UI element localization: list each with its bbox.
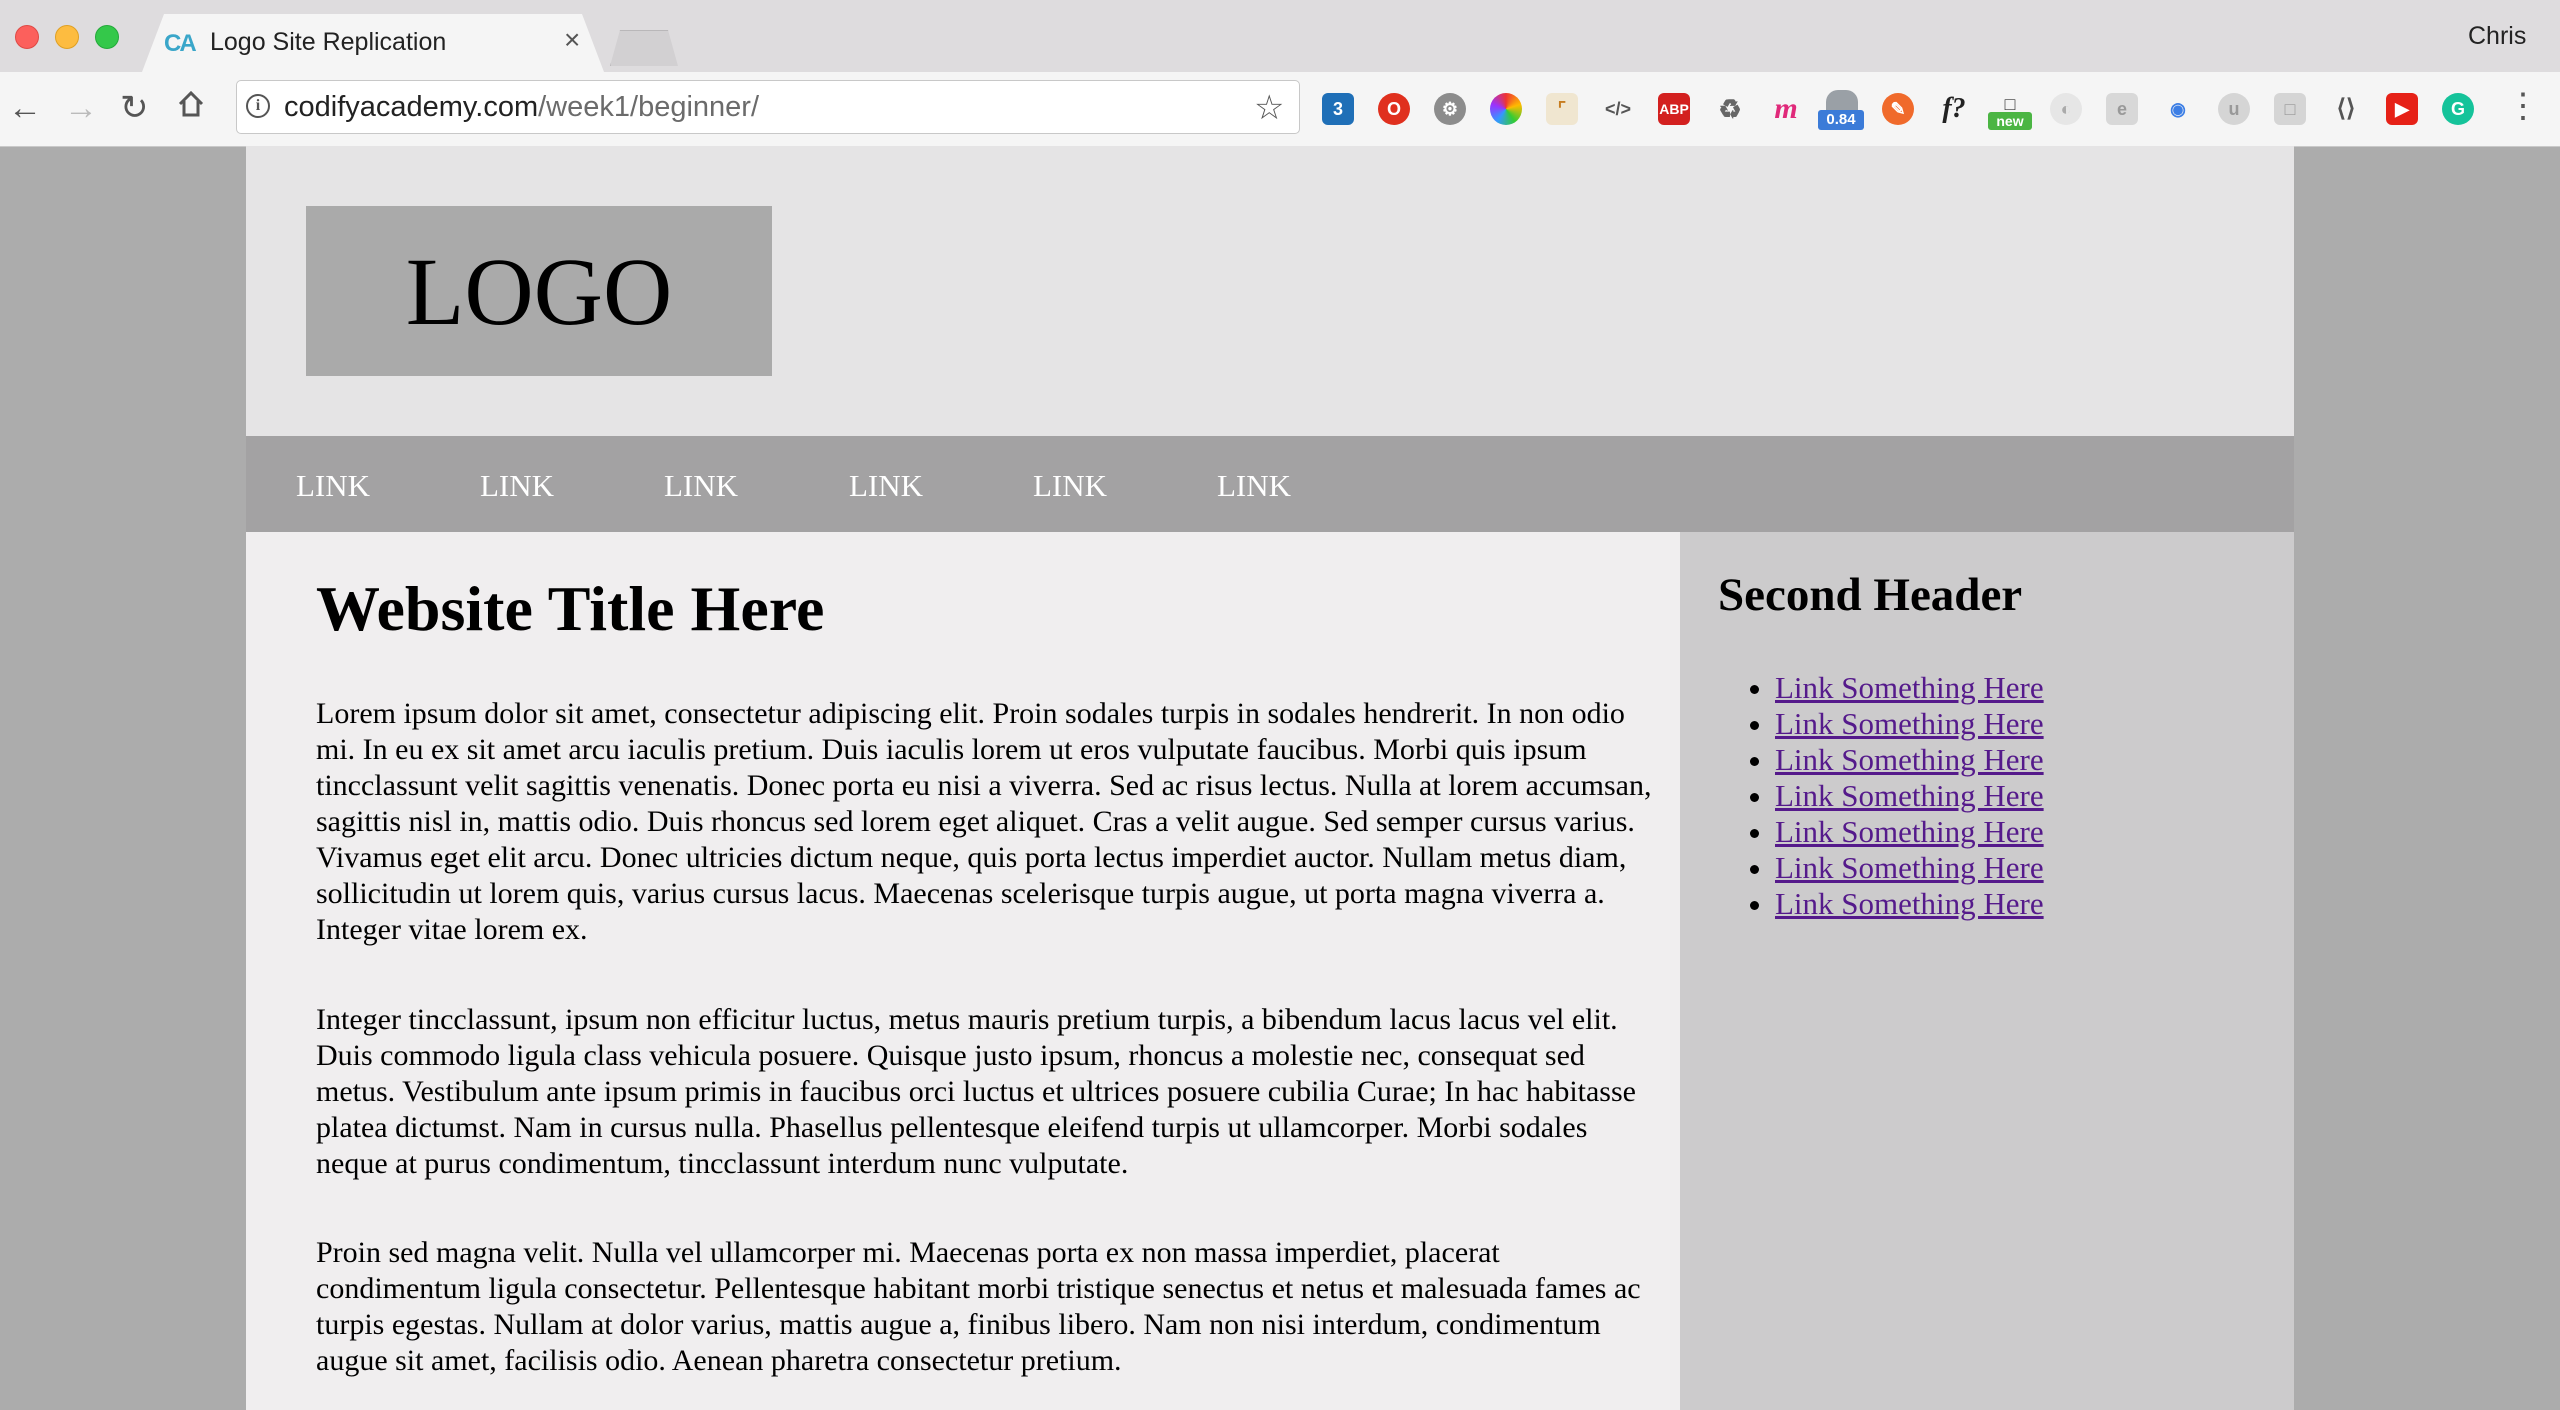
color-picker-extension-icon[interactable] [1490, 93, 1522, 125]
adblock-extension-icon[interactable]: ABP [1658, 93, 1690, 125]
paragraph: Lorem ipsum dolor sit amet, consectetur … [316, 697, 1652, 946]
url-domain: codifyacademy.com [284, 91, 539, 123]
nav-link[interactable]: LINK [1033, 468, 1107, 504]
url-text[interactable]: codifyacademy.com/week1/beginner/ [284, 91, 759, 124]
recycle-extension-icon[interactable]: ♻ [1714, 93, 1746, 125]
zoom-window-button[interactable] [95, 25, 119, 49]
minimize-window-button[interactable] [55, 25, 79, 49]
speed-badge: 0.84 [1818, 110, 1864, 130]
nav-link[interactable]: LINK [664, 468, 738, 504]
paragraph: Proin sed magna velit. Nulla vel ullamco… [316, 1236, 1641, 1377]
gear-extension-icon[interactable]: ⚙ [1434, 93, 1466, 125]
chat-extension-icon[interactable]: □ [2274, 93, 2306, 125]
chrome-extension-icon[interactable]: ◉ [2162, 93, 2194, 125]
tab-favicon-icon: CA [164, 30, 197, 57]
logo[interactable]: LOGO [306, 206, 772, 376]
sidebar: Second Header Link Something Here Link S… [1680, 532, 2294, 1410]
sidebar-link[interactable]: Link Something Here [1775, 814, 2044, 849]
tab-title: Logo Site Replication [210, 28, 447, 56]
list-item: Link Something Here [1775, 814, 2044, 850]
tab-close-icon[interactable]: × [564, 26, 580, 54]
main-content: Website Title Here Lorem ipsum dolor sit… [246, 532, 1680, 1410]
list-item: Link Something Here [1775, 778, 2044, 814]
nav-bar: LINK LINK LINK LINK LINK LINK [246, 436, 2294, 532]
reload-icon[interactable]: ↻ [120, 88, 149, 128]
list-item: Link Something Here [1775, 850, 2044, 886]
star-icon[interactable]: ☆ [1254, 88, 1284, 128]
sidebar-link[interactable]: Link Something Here [1775, 742, 2044, 777]
nav-link[interactable]: LINK [849, 468, 923, 504]
list-item: Link Something Here [1775, 886, 2044, 922]
new-badge: new [1988, 112, 2032, 130]
nav-link[interactable]: LINK [480, 468, 554, 504]
nav-link[interactable]: LINK [1217, 468, 1291, 504]
audio-extension-icon[interactable]: ⟨⟩ [2330, 93, 2362, 125]
code-extension-icon[interactable]: </> [1602, 93, 1634, 125]
grammarly-extension-icon[interactable]: G [2442, 93, 2474, 125]
page-title: Website Title Here [316, 573, 825, 644]
opera-extension-icon[interactable]: O [1378, 93, 1410, 125]
youtube-extension-icon[interactable]: ▶ [2386, 93, 2418, 125]
css3-extension-icon[interactable]: 3 [1322, 93, 1354, 125]
list-item: Link Something Here [1775, 706, 2044, 742]
sidebar-title: Second Header [1718, 569, 2023, 621]
m-extension-icon[interactable]: m [1770, 93, 1802, 125]
pen-extension-icon[interactable]: ✎ [1882, 93, 1914, 125]
ruler-extension-icon[interactable]: ⌜ [1546, 93, 1578, 125]
speedometer-extension-icon[interactable] [1826, 90, 1858, 110]
font-extension-icon[interactable]: f? [1938, 93, 1970, 125]
profile-name[interactable]: Chris [2468, 22, 2526, 51]
paragraph: Integer tincclassunt, ipsum non efficitu… [316, 1003, 1636, 1180]
sidebar-link[interactable]: Link Something Here [1775, 850, 2044, 885]
sidebar-link[interactable]: Link Something Here [1775, 886, 2044, 921]
back-arrow-icon[interactable]: ← [8, 88, 42, 128]
sidebar-link[interactable]: Link Something Here [1775, 706, 2044, 741]
new-tab-button[interactable] [610, 30, 678, 66]
list-item: Link Something Here [1775, 670, 2044, 706]
sidebar-link[interactable]: Link Something Here [1775, 670, 2044, 705]
close-window-button[interactable] [15, 25, 39, 49]
website: LOGO LINK LINK LINK LINK LINK LINK Websi… [246, 146, 2294, 1410]
more-menu-icon[interactable]: ⋮ [2506, 86, 2540, 126]
sidebar-link[interactable]: Link Something Here [1775, 778, 2044, 813]
u-extension-icon[interactable]: u [2218, 93, 2250, 125]
sidebar-link-list: Link Something Here Link Something Here … [1718, 670, 2044, 922]
site-header: LOGO [246, 146, 2294, 436]
page-extension-icon[interactable]: e [2106, 93, 2138, 125]
nav-link[interactable]: LINK [296, 468, 370, 504]
home-icon[interactable] [176, 88, 206, 128]
url-path: /week1/beginner/ [538, 91, 759, 123]
screenshot-extension-icon[interactable]: □ [1994, 88, 2026, 114]
info-icon[interactable]: i [246, 94, 270, 118]
forward-arrow-icon[interactable]: → [64, 88, 98, 128]
gray-extension-icon[interactable]: ◐ [2050, 93, 2082, 125]
list-item: Link Something Here [1775, 742, 2044, 778]
